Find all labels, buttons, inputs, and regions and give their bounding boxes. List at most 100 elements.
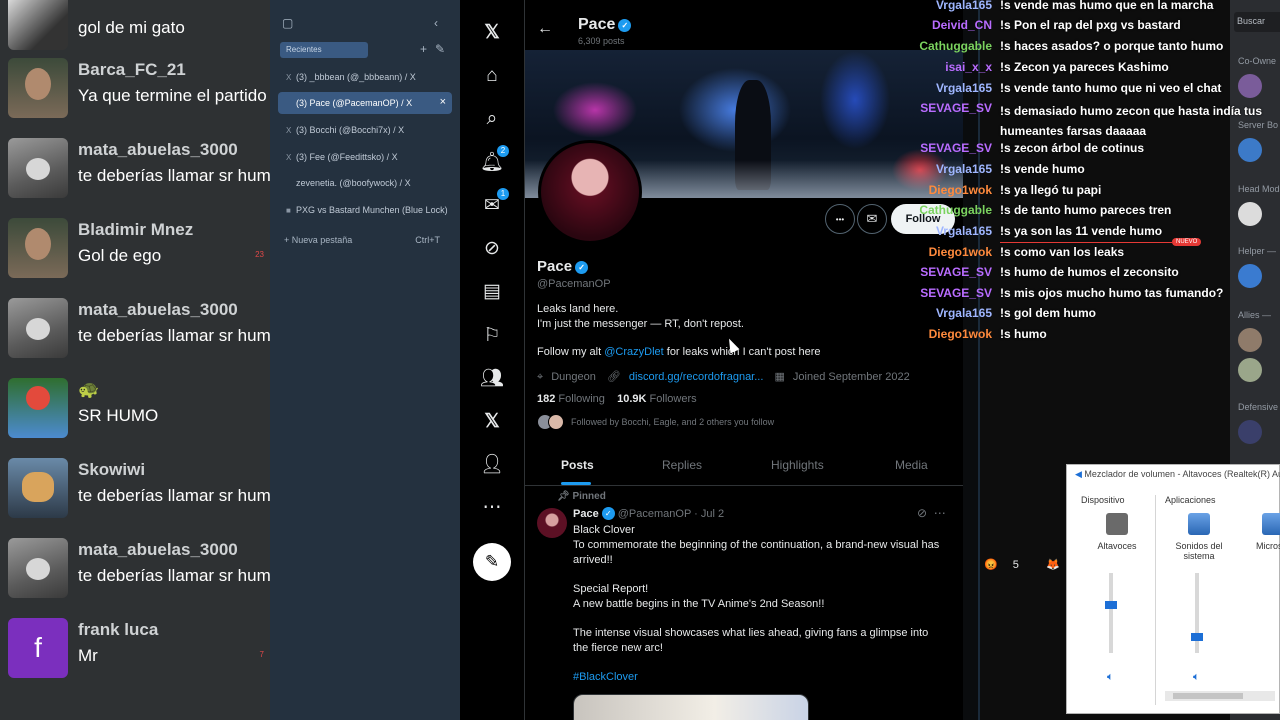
slider-thumb[interactable] [1191, 633, 1203, 641]
compose-post-button[interactable]: ✎ [473, 543, 511, 581]
twitch-username[interactable]: Cathuggable [916, 39, 992, 53]
mute-speaker-icon[interactable]: 🔈︎ [1193, 671, 1200, 684]
discord-search-input[interactable]: Buscar [1234, 12, 1280, 32]
tab-posts[interactable]: Posts [561, 458, 594, 472]
twitch-username[interactable]: Deivid_CN [916, 18, 992, 32]
x-logo-icon[interactable]: 𝕏 [477, 17, 507, 47]
post-author-avatar[interactable] [537, 508, 567, 538]
chat-avatar [8, 218, 68, 278]
messages-icon[interactable]: ✉ 1 [477, 188, 509, 220]
grok-icon[interactable]: ⊘ [917, 506, 927, 520]
chat-badge: 23 [255, 250, 264, 259]
member-avatar[interactable] [1238, 358, 1262, 382]
twitch-username[interactable]: Diego1wok [916, 183, 992, 197]
add-tab-icon[interactable]: + [420, 42, 427, 56]
twitch-username[interactable]: SEVAGE_SV [916, 141, 992, 155]
tab-title: (3) Pace (@PacemanOP) / X [296, 98, 413, 108]
search-icon[interactable]: ⌕ [477, 104, 507, 134]
browser-tab[interactable]: X (3) _bbbean (@_bbbeann) / X [278, 66, 452, 88]
chat-username: Barca_FC_21 [78, 60, 186, 79]
profile-avatar[interactable] [538, 140, 642, 244]
edit-icon[interactable]: ✎ [435, 42, 445, 56]
twitch-username[interactable]: Vrgala165 [916, 81, 992, 95]
bio-text: for leaks which I can't post here [663, 346, 821, 358]
tab-replies[interactable]: Replies [662, 458, 702, 472]
app-label: Microsof [1255, 541, 1280, 551]
twitch-username[interactable]: Diego1wok [916, 245, 992, 259]
mixer-scrollbar[interactable] [1165, 691, 1275, 701]
member-avatar[interactable] [1238, 74, 1262, 98]
twitch-username[interactable]: Vrgala165 [916, 224, 992, 238]
back-arrow-icon[interactable]: ← [537, 20, 553, 38]
device-altavoces[interactable]: Altavoces [1087, 513, 1147, 551]
slider-thumb[interactable] [1105, 601, 1117, 609]
twitch-username[interactable]: Cathuggable [916, 203, 992, 217]
grok-icon[interactable]: ⊘ [477, 233, 507, 263]
more-options-button[interactable]: ••• [825, 204, 855, 234]
twitch-username[interactable]: Vrgala165 [916, 0, 992, 12]
mute-speaker-icon[interactable]: 🔈︎ [1107, 671, 1114, 684]
communities-icon[interactable]: 👥︎ [477, 363, 507, 393]
followed-by-row[interactable]: Followed by Bocchi, Eagle, and 2 others … [537, 414, 774, 430]
post-hashtag[interactable]: #BlackClover [573, 670, 943, 685]
twitch-message: !s vende humo [1000, 162, 1085, 176]
speaker-icon: ◀ [1075, 469, 1085, 479]
browser-tab[interactable]: X (3) Fee (@Feedittsko) / X [278, 146, 452, 168]
premium-icon[interactable]: 𝕏 [477, 406, 507, 436]
member-category: Co-Owne [1238, 56, 1277, 66]
message-button[interactable]: ✉ [857, 204, 887, 234]
chat-username: frank luca [78, 620, 159, 639]
chat-text: te deberías llamar sr humo [78, 486, 270, 505]
twitch-message: !s ya son las 11 vende humo [1000, 224, 1163, 238]
close-tab-icon[interactable]: × [440, 96, 446, 108]
reaction-item[interactable]: 😡 5 [984, 559, 1031, 571]
post-media-image[interactable] [573, 694, 809, 720]
chat-text: Gol de ego [78, 246, 162, 265]
browser-tab[interactable]: zevenetia. (@boofywock) / X [278, 172, 452, 194]
app-microsoft[interactable]: Microsof [1243, 513, 1280, 551]
member-avatar[interactable] [1238, 420, 1262, 444]
member-avatar[interactable] [1238, 202, 1262, 226]
twitch-username[interactable]: Vrgala165 [916, 162, 992, 176]
twitch-username[interactable]: SEVAGE_SV [916, 265, 992, 279]
member-avatar[interactable] [1238, 138, 1262, 162]
home-icon[interactable]: ⌂ [477, 61, 507, 91]
profile-website-link[interactable]: discord.gg/recordofragnar... [629, 371, 764, 383]
browser-tab[interactable]: (3) Pace (@PacemanOP) / X × [278, 92, 452, 114]
sidebar-toggle-icon[interactable]: ▢ [282, 16, 293, 30]
bookmarks-icon[interactable]: ⚐ [477, 320, 507, 350]
twitch-username[interactable]: Diego1wok [916, 327, 992, 341]
lists-icon[interactable]: ▤ [477, 276, 507, 306]
chat-username: 🐢 [78, 380, 100, 399]
chat-message: Barca_FC_21 Ya que termine el partido [8, 54, 270, 122]
member-avatar[interactable] [1238, 328, 1262, 352]
tab-highlights[interactable]: Highlights [771, 458, 824, 472]
bio-line: I'm just the messenger — RT, don't repos… [537, 318, 744, 330]
twitch-username[interactable]: SEVAGE_SV [916, 101, 992, 115]
collapse-arrow-icon[interactable]: ‹ [434, 16, 438, 30]
more-icon[interactable]: ⋯ [934, 506, 946, 520]
browser-tab[interactable]: ■ PXG vs Bastard Munchen (Blue Lock) [278, 199, 452, 221]
alt-account-link[interactable]: @CrazyDlet [604, 346, 663, 358]
member-avatar[interactable] [1238, 264, 1262, 288]
more-icon[interactable]: ⋯ [477, 492, 507, 522]
device-volume-slider[interactable] [1105, 573, 1117, 653]
app-system-sounds[interactable]: Sonidos del sistema [1169, 513, 1229, 561]
browser-tab[interactable]: X (3) Bocchi (@Bocchi7x) / X [278, 119, 452, 141]
tab-media[interactable]: Media [895, 458, 928, 472]
profile-icon[interactable]: 👤︎ [477, 449, 507, 479]
post-author-name[interactable]: Pace [573, 508, 599, 520]
twitch-username[interactable]: isai_x_x [916, 60, 992, 74]
twitch-message: !s como van los leaks [1000, 245, 1125, 259]
twitch-message: !s ya llegó tu papi [1000, 183, 1102, 197]
app-volume-slider[interactable] [1191, 573, 1203, 653]
app-icon [1262, 513, 1280, 535]
twitch-username[interactable]: Vrgala165 [916, 306, 992, 320]
left-chat-overlay: gol de mi gato Barca_FC_21 Ya que termine … [0, 0, 270, 720]
tab-folder[interactable]: Recientes [280, 42, 368, 58]
following-link[interactable]: 182 Following [537, 393, 605, 405]
twitch-username[interactable]: SEVAGE_SV [916, 286, 992, 300]
followers-link[interactable]: 10.9K Followers [617, 393, 697, 405]
notifications-icon[interactable]: 🔔︎ 2 [477, 145, 509, 177]
new-tab-button[interactable]: + Nueva pestaña Ctrl+T [278, 232, 452, 250]
